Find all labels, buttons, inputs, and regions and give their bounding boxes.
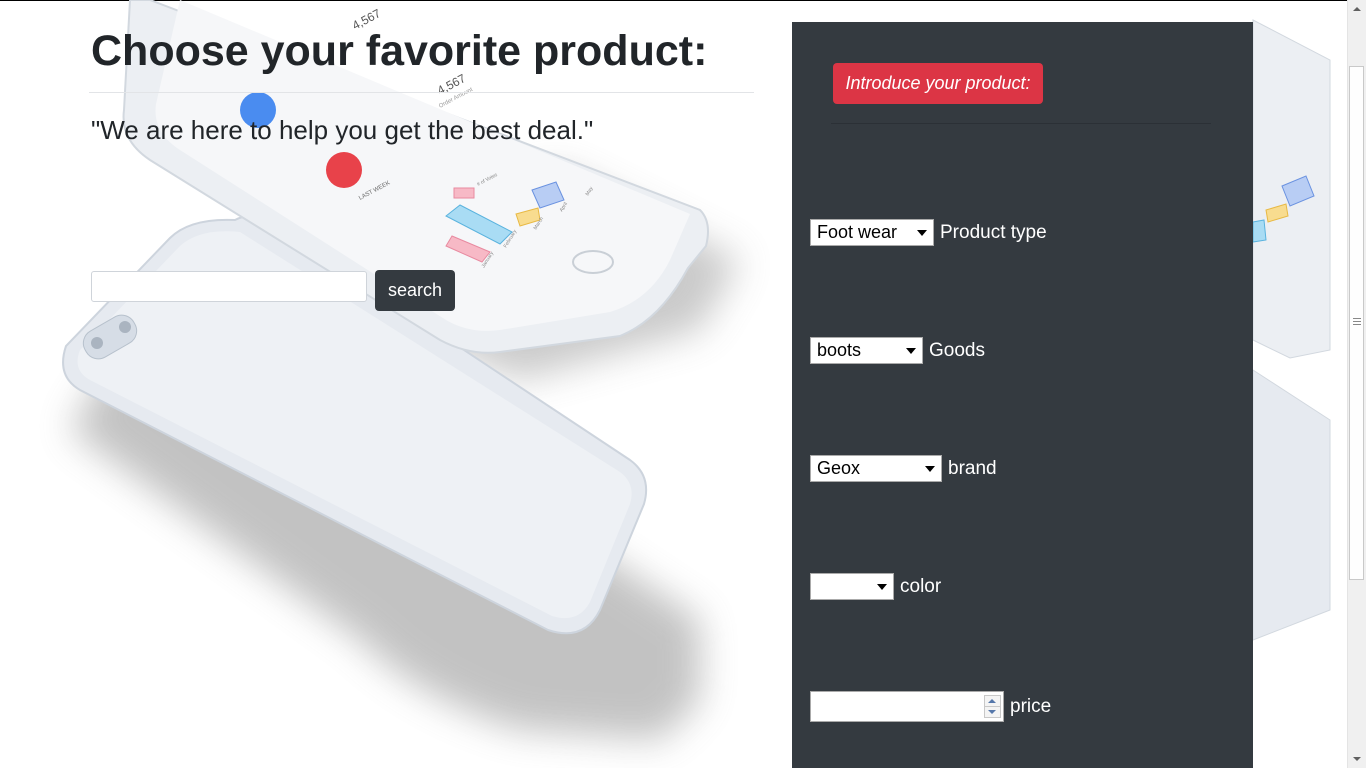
goods-row: boots Goods <box>810 337 985 364</box>
heading-divider <box>89 92 754 93</box>
scroll-down-arrow-icon[interactable] <box>1348 750 1366 768</box>
price-input[interactable] <box>810 691 1004 722</box>
brand-row: Geox brand <box>810 455 997 482</box>
chevron-down-icon <box>925 466 935 472</box>
phone-chart-month-5: May <box>585 185 595 197</box>
product-type-label: Product type <box>940 221 1047 243</box>
phone-card-caption: LAST WEEK <box>358 180 391 201</box>
color-row: color <box>810 573 941 600</box>
price-spinner[interactable] <box>984 695 1001 718</box>
chevron-down-icon <box>917 230 927 236</box>
goods-select[interactable]: boots <box>810 337 923 364</box>
phone-chart-month-2: February <box>503 228 519 249</box>
product-form-panel: Introduce your product: Foot wear Produc… <box>792 22 1253 768</box>
panel-divider <box>831 123 1211 124</box>
goods-selected: boots <box>817 340 862 360</box>
chevron-down-icon <box>906 348 916 354</box>
color-select[interactable] <box>810 573 894 600</box>
brand-select[interactable]: Geox <box>810 455 942 482</box>
chevron-down-icon <box>877 584 887 590</box>
window-top-border <box>0 0 1366 1</box>
scrollbar-thumb[interactable] <box>1349 66 1364 580</box>
phone-chart-month-4: April <box>559 201 569 213</box>
goods-label: Goods <box>929 339 985 361</box>
search-input[interactable] <box>91 271 367 302</box>
spin-down-icon[interactable] <box>985 707 1000 717</box>
product-type-select[interactable]: Foot wear <box>810 219 934 246</box>
brand-label: brand <box>948 457 997 479</box>
product-type-row: Foot wear Product type <box>810 219 1047 246</box>
color-label: color <box>900 575 942 597</box>
phone-chart-month-1: January <box>481 250 496 269</box>
scroll-up-arrow-icon[interactable] <box>1348 0 1366 18</box>
phone-chart-month-3: March <box>533 216 546 231</box>
grip-line <box>1353 321 1361 322</box>
grip-line <box>1353 324 1361 325</box>
product-type-selected: Foot wear <box>817 222 898 242</box>
phone-shadows <box>70 170 740 740</box>
phone-stat-2-caption: Order Amount <box>438 87 474 110</box>
phone-right-peek <box>1252 19 1331 641</box>
page-title: Choose your favorite product: <box>91 27 708 75</box>
vertical-scrollbar[interactable] <box>1347 0 1366 768</box>
grip-line <box>1353 318 1361 319</box>
phone-chart-legend: # of Votes <box>476 172 499 188</box>
spin-up-icon[interactable] <box>985 696 1000 707</box>
price-row: price <box>810 691 1051 722</box>
tagline: "We are here to help you get the best de… <box>91 115 594 145</box>
price-label: price <box>1010 695 1052 717</box>
introduce-product-button[interactable]: Introduce your product: <box>833 63 1043 104</box>
search-button[interactable]: search <box>375 270 455 311</box>
brand-selected: Geox <box>817 458 861 478</box>
